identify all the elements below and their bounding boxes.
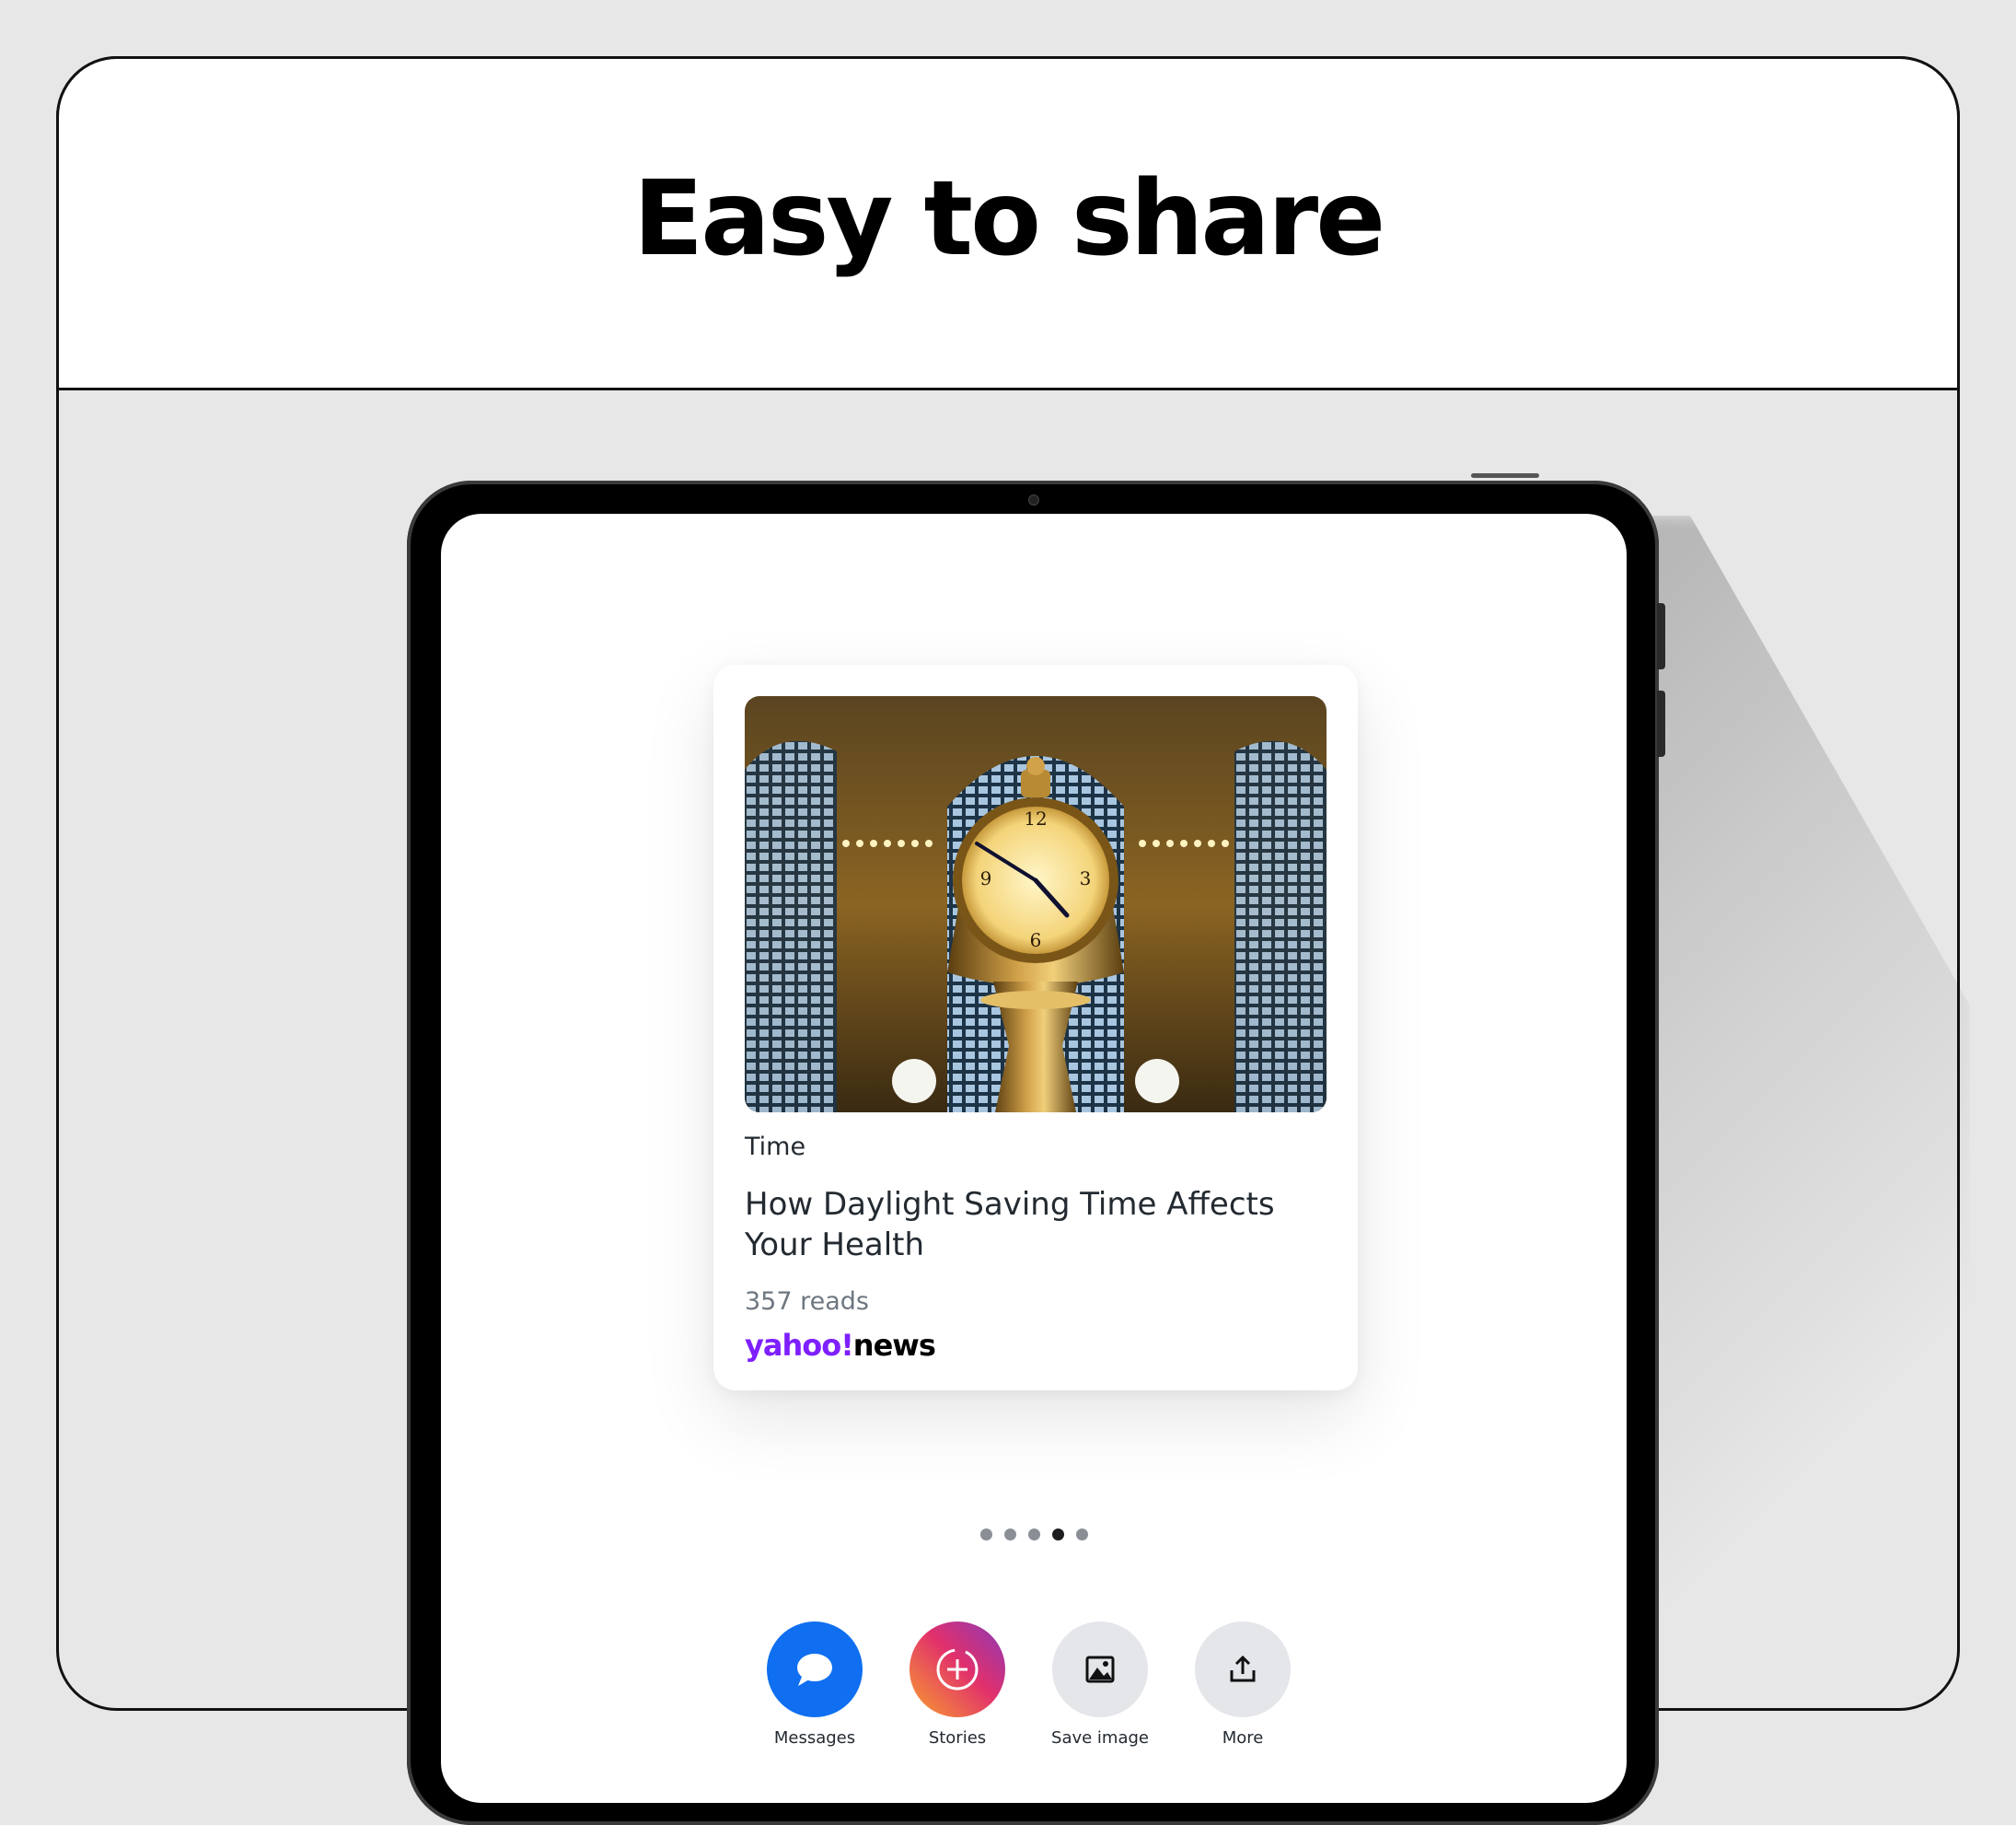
page-dot[interactable] xyxy=(980,1529,992,1540)
page-dot[interactable] xyxy=(1076,1529,1088,1540)
article-photo: 12 3 6 9 xyxy=(745,696,1327,1112)
share-save-image-button[interactable]: Save image xyxy=(1051,1622,1149,1748)
share-more-button[interactable]: More xyxy=(1195,1622,1291,1748)
share-label: Stories xyxy=(928,1728,987,1748)
svg-text:6: 6 xyxy=(1030,929,1042,951)
share-label: Save image xyxy=(1051,1728,1149,1748)
svg-text:9: 9 xyxy=(980,867,992,889)
tablet-screen: 12 3 6 9 Time How Daylight Saving Time Affe… xyxy=(441,514,1627,1803)
volume-down-button xyxy=(1657,691,1665,757)
message-bubble-icon[interactable] xyxy=(767,1622,863,1717)
card-reads-count: 357 reads xyxy=(745,1287,869,1316)
card-category: Time xyxy=(745,1133,806,1161)
page-title: Easy to share xyxy=(632,158,1385,279)
image-icon[interactable] xyxy=(1052,1622,1148,1717)
svg-text:3: 3 xyxy=(1080,867,1092,889)
story-add-icon[interactable] xyxy=(910,1622,1005,1717)
yahoo-news-logo: yahoo!news xyxy=(745,1328,936,1363)
card-headline[interactable]: How Daylight Saving Time Affects Your He… xyxy=(745,1184,1315,1265)
story-card[interactable]: 12 3 6 9 Time How Daylight Saving Time Affe… xyxy=(713,665,1358,1390)
share-actions: Messages Stories Save image More xyxy=(767,1622,1291,1748)
header-panel: Easy to share xyxy=(56,56,1960,390)
page-dot-active[interactable] xyxy=(1052,1529,1064,1540)
share-label: Messages xyxy=(773,1728,856,1748)
front-camera xyxy=(1028,494,1039,506)
svg-text:12: 12 xyxy=(1024,808,1047,830)
page-indicator xyxy=(980,1529,1088,1540)
volume-up-button xyxy=(1657,603,1665,669)
share-messages-button[interactable]: Messages xyxy=(767,1622,863,1748)
share-up-icon[interactable] xyxy=(1195,1622,1291,1717)
share-label: More xyxy=(1222,1728,1264,1748)
clock-photo-illustration: 12 3 6 9 xyxy=(745,696,1327,1112)
pencil-indicator xyxy=(1471,473,1539,478)
page-dot[interactable] xyxy=(1004,1529,1016,1540)
page-dot[interactable] xyxy=(1028,1529,1040,1540)
share-stories-button[interactable]: Stories xyxy=(910,1622,1005,1748)
